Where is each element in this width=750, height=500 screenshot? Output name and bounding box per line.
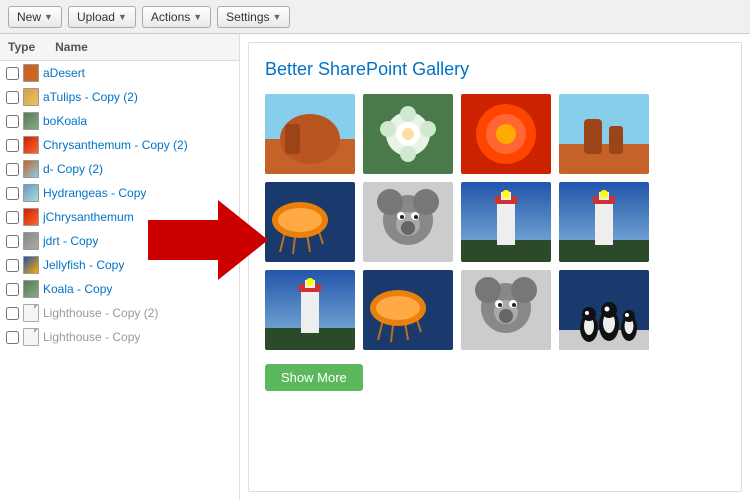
file-thumb-icon <box>23 232 39 250</box>
file-thumb-icon <box>23 208 39 226</box>
sidebar-item-label: d- Copy (2) <box>43 162 103 176</box>
show-more-button[interactable]: Show More <box>265 364 363 391</box>
gallery-thumb[interactable] <box>363 94 453 174</box>
sidebar-item-checkbox[interactable] <box>6 235 19 248</box>
sidebar-item-label: Jellyfish - Copy <box>43 258 124 272</box>
main-layout: Type Name aDesert aTulips - Copy (2) boKoa… <box>0 34 750 500</box>
actions-button[interactable]: Actions ▼ <box>142 6 211 28</box>
sidebar-item-label: Chrysanthemum - Copy (2) <box>43 138 188 152</box>
sidebar-item-checkbox[interactable] <box>6 259 19 272</box>
settings-caret: ▼ <box>273 12 282 22</box>
sidebar-item-label: jdrt - Copy <box>43 234 98 248</box>
sidebar-item[interactable]: Lighthouse - Copy (2) <box>0 301 239 325</box>
gallery-title: Better SharePoint Gallery <box>265 59 725 80</box>
sidebar-item-label: Lighthouse - Copy <box>43 330 140 344</box>
sidebar-item-label: boKoala <box>43 114 87 128</box>
sidebar-item-checkbox[interactable] <box>6 139 19 152</box>
sidebar-item-label: aTulips - Copy (2) <box>43 90 138 104</box>
toolbar: New ▼ Upload ▼ Actions ▼ Settings ▼ <box>0 0 750 34</box>
sidebar-item[interactable]: jChrysanthemum <box>0 205 239 229</box>
sidebar-item[interactable]: boKoala <box>0 109 239 133</box>
sidebar-item-checkbox[interactable] <box>6 115 19 128</box>
sidebar-item-checkbox[interactable] <box>6 307 19 320</box>
file-thumb-icon <box>23 256 39 274</box>
sidebar-item-checkbox[interactable] <box>6 67 19 80</box>
file-doc-icon <box>23 328 39 346</box>
sidebar-item-checkbox[interactable] <box>6 163 19 176</box>
sidebar-item-label: jChrysanthemum <box>43 210 134 224</box>
gallery-thumb[interactable] <box>559 182 649 262</box>
gallery-thumb[interactable] <box>265 94 355 174</box>
sidebar-item[interactable]: Chrysanthemum - Copy (2) <box>0 133 239 157</box>
col-name-header: Name <box>55 40 88 54</box>
gallery-grid <box>265 94 725 350</box>
sidebar-item-label: Hydrangeas - Copy <box>43 186 146 200</box>
file-thumb-icon <box>23 88 39 106</box>
sidebar-item[interactable]: Jellyfish - Copy <box>0 253 239 277</box>
sidebar: Type Name aDesert aTulips - Copy (2) boKoa… <box>0 34 240 500</box>
sidebar-item[interactable]: aTulips - Copy (2) <box>0 85 239 109</box>
gallery-thumb[interactable] <box>363 270 453 350</box>
actions-label: Actions <box>151 10 190 24</box>
gallery-thumb[interactable] <box>559 94 649 174</box>
gallery-panel: Better SharePoint Gallery <box>248 42 742 492</box>
sidebar-item-checkbox[interactable] <box>6 331 19 344</box>
sidebar-item[interactable]: Hydrangeas - Copy <box>0 181 239 205</box>
col-type-header: Type <box>8 40 35 54</box>
sidebar-item[interactable]: Lighthouse - Copy <box>0 325 239 349</box>
upload-label: Upload <box>77 10 115 24</box>
sidebar-item[interactable]: aDesert <box>0 61 239 85</box>
file-doc-icon <box>23 304 39 322</box>
sidebar-item-label: aDesert <box>43 66 85 80</box>
sidebar-item[interactable]: Koala - Copy <box>0 277 239 301</box>
sidebar-item-checkbox[interactable] <box>6 283 19 296</box>
gallery-thumb[interactable] <box>363 182 453 262</box>
sidebar-item[interactable]: d- Copy (2) <box>0 157 239 181</box>
sidebar-item-label: Koala - Copy <box>43 282 112 296</box>
sidebar-header: Type Name <box>0 34 239 61</box>
file-thumb-icon <box>23 64 39 82</box>
file-thumb-icon <box>23 184 39 202</box>
gallery-thumb[interactable] <box>559 270 649 350</box>
new-caret: ▼ <box>44 12 53 22</box>
upload-button[interactable]: Upload ▼ <box>68 6 136 28</box>
upload-caret: ▼ <box>118 12 127 22</box>
sidebar-item-checkbox[interactable] <box>6 91 19 104</box>
sidebar-item-checkbox[interactable] <box>6 211 19 224</box>
file-thumb-icon <box>23 136 39 154</box>
sidebar-item[interactable]: jdrt - Copy <box>0 229 239 253</box>
sidebar-item-label: Lighthouse - Copy (2) <box>43 306 158 320</box>
gallery-thumb[interactable] <box>265 270 355 350</box>
file-thumb-icon <box>23 160 39 178</box>
sidebar-items-container: aDesert aTulips - Copy (2) boKoala Chrysant… <box>0 61 239 349</box>
file-thumb-icon <box>23 280 39 298</box>
settings-button[interactable]: Settings ▼ <box>217 6 290 28</box>
sidebar-item-checkbox[interactable] <box>6 187 19 200</box>
gallery-thumb[interactable] <box>461 94 551 174</box>
actions-caret: ▼ <box>193 12 202 22</box>
new-label: New <box>17 10 41 24</box>
file-thumb-icon <box>23 112 39 130</box>
gallery-thumb[interactable] <box>461 270 551 350</box>
new-button[interactable]: New ▼ <box>8 6 62 28</box>
settings-label: Settings <box>226 10 269 24</box>
gallery-thumb[interactable] <box>265 182 355 262</box>
gallery-thumb[interactable] <box>461 182 551 262</box>
